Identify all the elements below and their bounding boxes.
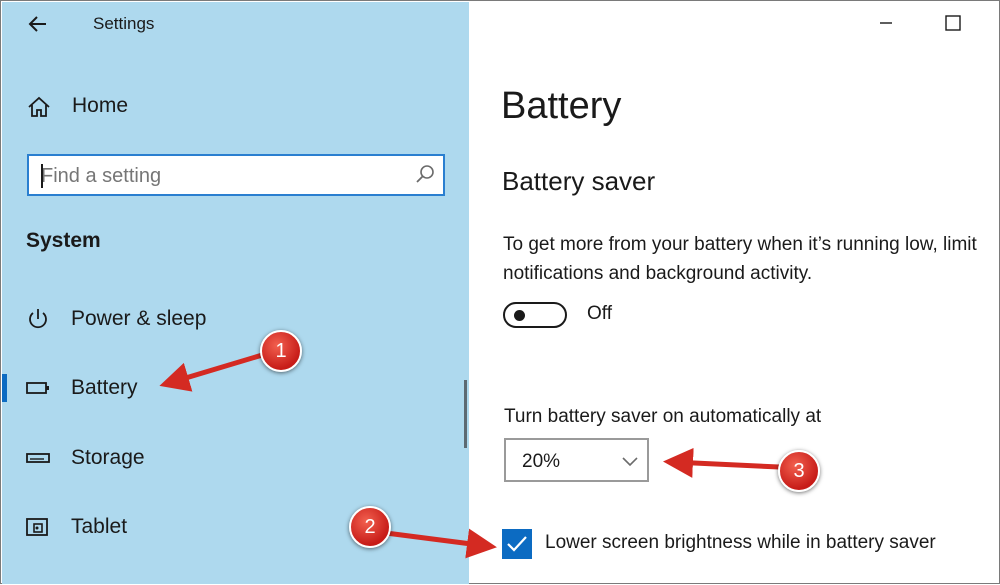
maximize-button[interactable] <box>939 9 967 37</box>
threshold-dropdown[interactable]: 20% <box>504 438 649 482</box>
sidebar-item-label: Tablet <box>71 515 128 538</box>
power-icon <box>29 309 47 329</box>
sidebar-item-label: Power & sleep <box>71 307 207 330</box>
home-icon <box>28 96 50 117</box>
storage-icon <box>26 453 50 463</box>
sidebar-item-battery[interactable]: Battery <box>2 366 302 410</box>
threshold-value: 20% <box>522 451 561 472</box>
battery-icon <box>26 382 49 394</box>
sidebar-item-tablet[interactable]: Tablet <box>2 505 302 549</box>
battery-saver-toggle[interactable] <box>503 302 567 328</box>
annotation-badge-3: 3 <box>778 450 820 492</box>
search-box[interactable] <box>27 154 445 196</box>
search-input[interactable] <box>39 162 403 190</box>
tablet-icon <box>26 518 48 536</box>
section-title-battery-saver: Battery saver <box>502 166 656 196</box>
annotation-arrow-3 <box>663 447 780 478</box>
nav-home[interactable]: Home <box>22 90 222 124</box>
search-icon[interactable] <box>414 164 436 186</box>
sidebar-item-label: Battery <box>71 376 138 399</box>
toggle-knob <box>514 310 525 321</box>
brightness-checkbox-label: Lower screen brightness while in battery… <box>545 532 936 553</box>
sidebar-scrollbar[interactable] <box>464 380 467 448</box>
annotation-badge-1: 1 <box>260 330 302 372</box>
back-button[interactable] <box>24 10 54 38</box>
toggle-state-label: Off <box>587 303 612 324</box>
section-title-system: System <box>26 229 101 252</box>
arrow-left-icon <box>28 16 46 32</box>
minimize-button[interactable] <box>871 11 901 35</box>
checkmark-icon <box>507 536 527 552</box>
nav-home-label: Home <box>72 94 129 117</box>
text-caret <box>41 164 43 188</box>
battery-saver-description: To get more from your battery when it’s … <box>503 234 977 284</box>
minimize-icon <box>880 22 892 24</box>
brightness-checkbox[interactable] <box>502 529 532 559</box>
selection-indicator <box>2 374 7 402</box>
chevron-down-icon <box>622 457 638 467</box>
page-title: Battery <box>501 85 622 127</box>
settings-window: Settings Home System Power & sleep <box>0 0 1000 584</box>
annotation-badge-2: 2 <box>349 506 391 548</box>
app-title: Settings <box>93 14 155 33</box>
auto-threshold-label: Turn battery saver on automatically at <box>504 406 822 427</box>
maximize-icon <box>945 15 961 31</box>
sidebar-item-label: Storage <box>71 446 145 469</box>
sidebar-item-storage[interactable]: Storage <box>2 436 302 480</box>
sidebar: Settings Home System Power & sleep <box>2 2 469 584</box>
sidebar-item-power-sleep[interactable]: Power & sleep <box>2 297 302 341</box>
